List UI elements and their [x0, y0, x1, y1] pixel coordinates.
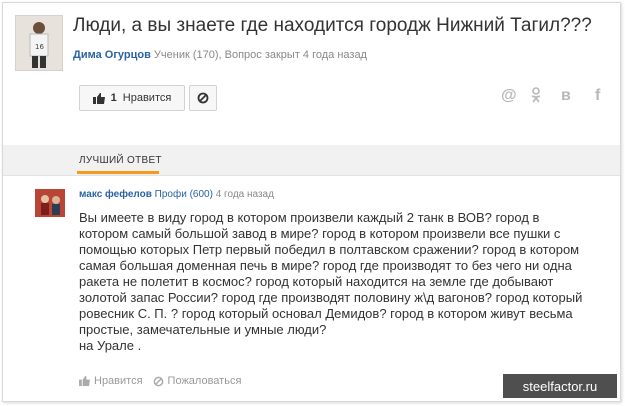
answer-time: 4 года назад — [215, 189, 274, 200]
question-title: Люди, а вы знаете где находится городж Н… — [73, 15, 592, 36]
facebook-share-icon[interactable]: f — [595, 87, 600, 105]
like-label: Нравится — [122, 92, 172, 104]
report-button[interactable]: Пожаловаться — [153, 375, 242, 387]
answer-author-rank: Профи (600) — [154, 189, 213, 200]
person-photo-icon: 16 — [16, 16, 62, 70]
answer-like-button[interactable]: Нравится — [79, 375, 143, 387]
report-label: Пожаловаться — [167, 375, 242, 387]
ok-icon — [531, 87, 541, 103]
block-button[interactable] — [189, 85, 217, 111]
mail-share-icon[interactable]: @ — [501, 87, 517, 105]
answer-text: Вы имеете в виду город в котором произве… — [79, 210, 583, 353]
like-count: 1 — [110, 92, 117, 104]
question-card: 16 Люди, а вы знаете где находится город… — [2, 2, 621, 402]
question-author-avatar[interactable]: 16 — [15, 15, 63, 71]
person-photo-icon — [35, 189, 65, 217]
svg-text:16: 16 — [35, 43, 44, 51]
thumbs-up-icon — [79, 376, 90, 386]
question-meta: Дима Огурцов Ученик (170), Вопрос закрыт… — [73, 49, 367, 61]
answer-meta: макс фефелов Профи (600) 4 года назад — [79, 189, 274, 200]
question-author-link[interactable]: Дима Огурцов — [73, 49, 151, 61]
answer-author-link[interactable]: макс фефелов — [79, 189, 152, 200]
question-meta-text: Ученик (170), Вопрос закрыт 4 года назад — [153, 49, 367, 61]
site-watermark: steelfactor.ru — [503, 374, 617, 398]
odnoklassniki-share-icon[interactable] — [531, 87, 541, 108]
best-answer-underline — [77, 171, 159, 174]
answer-author-avatar[interactable] — [35, 189, 65, 217]
vk-share-icon[interactable]: в — [561, 87, 571, 105]
prohibited-icon — [153, 376, 163, 386]
like-button[interactable]: 1 Нравится — [79, 85, 185, 111]
answer-actions: Нравится Пожаловаться — [79, 375, 241, 387]
answer-like-label: Нравится — [94, 375, 143, 387]
best-answer-label: ЛУЧШИЙ ОТВЕТ — [79, 155, 162, 166]
prohibited-icon — [197, 92, 209, 104]
thumbs-up-icon — [92, 92, 105, 104]
